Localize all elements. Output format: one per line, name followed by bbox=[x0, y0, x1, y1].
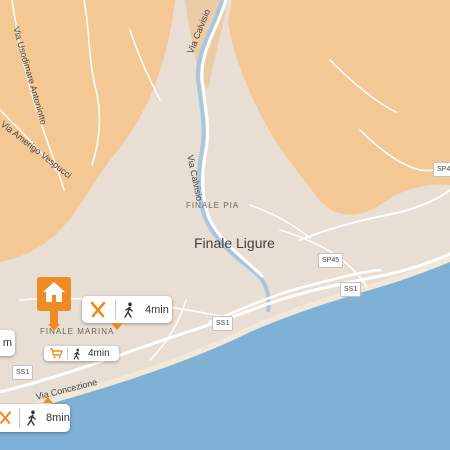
home-marker-pointer bbox=[48, 324, 60, 331]
place-label-finale-ligure: Finale Ligure bbox=[194, 235, 275, 251]
road-badge-ss1-center: SS1 bbox=[212, 316, 234, 331]
poi-bubble-bottom-walk[interactable]: 8min bbox=[0, 404, 70, 432]
road-badge-sp45-east: SP45 bbox=[433, 162, 450, 177]
poi-bubble-left-cut[interactable]: m bbox=[0, 330, 15, 356]
walk-time-label: 4min bbox=[145, 303, 169, 316]
place-label-finale-pia: FINALE PIA bbox=[186, 201, 240, 210]
walk-time-label: 4min bbox=[88, 348, 110, 359]
fork-knife-icon bbox=[0, 408, 14, 428]
home-marker-stem bbox=[50, 311, 58, 325]
walking-person-icon bbox=[72, 348, 82, 360]
home-marker[interactable] bbox=[37, 277, 71, 311]
shopping-cart-icon bbox=[49, 348, 63, 359]
walking-person-icon bbox=[25, 410, 39, 426]
walking-person-icon bbox=[122, 301, 136, 318]
walk-time-label: 8min bbox=[46, 412, 70, 424]
poi-bubble-bottom-pointer bbox=[43, 397, 53, 403]
poi-bubble-restaurant-pointer bbox=[111, 323, 123, 330]
fork-knife-icon bbox=[89, 300, 109, 320]
road-badge-ss1-west: SS1 bbox=[12, 365, 34, 380]
map-canvas[interactable] bbox=[0, 0, 450, 450]
road-badge-sp45-center: SP45 bbox=[318, 253, 344, 268]
home-icon bbox=[41, 280, 67, 309]
poi-bubble-restaurant-walk[interactable]: 4min bbox=[82, 296, 172, 323]
road-badge-ss1-east: SS1 bbox=[340, 282, 362, 297]
poi-bubble-shop-walk[interactable]: 4min bbox=[44, 346, 119, 361]
walk-time-label: m bbox=[2, 337, 12, 349]
